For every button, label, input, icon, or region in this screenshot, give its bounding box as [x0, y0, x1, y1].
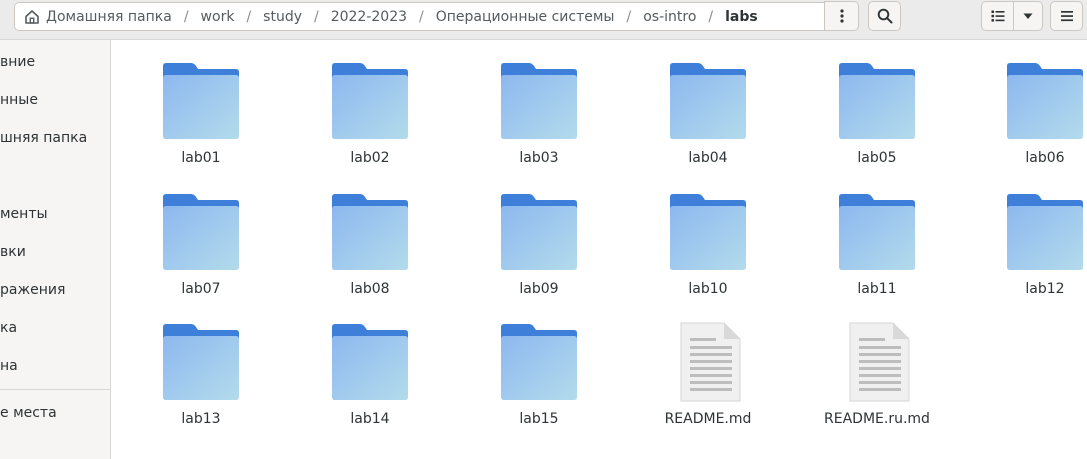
folder-icon: [501, 324, 577, 400]
sidebar-item-documents[interactable]: менты: [0, 196, 110, 232]
folder-item[interactable]: lab08: [300, 171, 440, 297]
text-file-icon: [680, 322, 741, 402]
folder-menu-button[interactable]: [824, 1, 859, 31]
chevron-down-icon: [1023, 13, 1033, 19]
breadcrumb-separator: /: [419, 8, 424, 25]
text-file-icon: [849, 322, 910, 402]
item-label: lab02: [350, 150, 390, 166]
folder-icon: [670, 63, 746, 139]
item-label: lab01: [181, 150, 221, 166]
file-grid: lab01 lab02 lab03 lab04 lab05 lab06 lab07 lab08…: [111, 40, 1087, 459]
folder-icon: [332, 324, 408, 400]
sidebar-item-recent[interactable]: вние: [0, 44, 110, 80]
sidebar-item-downloads[interactable]: вки: [0, 234, 110, 270]
vertical-dots-icon: [839, 9, 844, 23]
folder-icon: [1007, 63, 1083, 139]
breadcrumb-separator: /: [313, 8, 319, 25]
sidebar-item-other-locations[interactable]: е места: [0, 395, 110, 431]
item-label: lab12: [1025, 281, 1065, 297]
item-label: lab08: [350, 281, 390, 297]
folder-item[interactable]: lab12: [975, 171, 1087, 297]
folder-icon: [332, 63, 408, 139]
item-label: lab06: [1025, 150, 1065, 166]
file-item[interactable]: README.ru.md: [807, 301, 947, 427]
folder-icon: [501, 194, 577, 270]
breadcrumb-year[interactable]: 2022-2023: [331, 9, 407, 25]
folder-item[interactable]: lab13: [131, 301, 271, 427]
folder-item[interactable]: lab11: [807, 171, 947, 297]
folder-item[interactable]: lab10: [638, 171, 778, 297]
breadcrumb-separator: /: [246, 8, 252, 25]
folder-item[interactable]: lab06: [975, 40, 1087, 166]
item-label: lab11: [857, 281, 897, 297]
sidebar-item-music[interactable]: ка: [0, 310, 110, 346]
item-label: lab13: [181, 411, 221, 427]
file-item[interactable]: README.md: [638, 301, 778, 427]
item-label: README.ru.md: [824, 411, 930, 427]
breadcrumb-os-intro[interactable]: os-intro: [643, 9, 696, 25]
item-label: lab15: [519, 411, 559, 427]
main-menu-button[interactable]: [1050, 1, 1083, 31]
folder-icon: [332, 194, 408, 270]
folder-item[interactable]: lab04: [638, 40, 778, 166]
sidebar-item-pictures[interactable]: ражения: [0, 272, 110, 308]
folder-item[interactable]: lab02: [300, 40, 440, 166]
folder-icon: [670, 194, 746, 270]
folder-item[interactable]: lab07: [131, 171, 271, 297]
sidebar-item-desktop[interactable]: [0, 158, 110, 194]
folder-icon: [839, 63, 915, 139]
sidebar-item-home[interactable]: шняя папка: [0, 120, 110, 156]
item-label: lab14: [350, 411, 390, 427]
folder-icon: [1007, 194, 1083, 270]
path-bar: Домашняя папка / work / study / 2022-202…: [14, 2, 824, 31]
breadcrumb-work[interactable]: work: [201, 9, 235, 25]
folder-item[interactable]: lab15: [469, 301, 609, 427]
home-icon: [25, 9, 39, 24]
item-label: lab07: [181, 281, 221, 297]
item-label: lab05: [857, 150, 897, 166]
breadcrumb-separator: /: [626, 8, 632, 25]
folder-icon: [163, 194, 239, 270]
sidebar-item-starred[interactable]: нные: [0, 82, 110, 118]
view-options-dropdown[interactable]: [1013, 1, 1043, 31]
breadcrumb-separator: /: [183, 8, 189, 25]
sidebar-divider: [0, 389, 110, 390]
sidebar-item-trash[interactable]: на: [0, 348, 110, 384]
folder-icon: [501, 63, 577, 139]
item-label: lab04: [688, 150, 728, 166]
folder-icon: [163, 324, 239, 400]
breadcrumb-os[interactable]: Операционные системы: [436, 9, 615, 25]
item-label: lab09: [519, 281, 559, 297]
item-label: lab03: [519, 150, 559, 166]
search-button[interactable]: [868, 1, 901, 31]
breadcrumb-separator: /: [708, 8, 714, 25]
search-icon: [877, 8, 892, 24]
folder-item[interactable]: lab05: [807, 40, 947, 166]
header-bar: Домашняя папка / work / study / 2022-202…: [0, 0, 1087, 40]
sidebar: вние нные шняя папка менты вки ражения к…: [0, 40, 111, 459]
folder-item[interactable]: lab14: [300, 301, 440, 427]
view-mode-button[interactable]: [981, 1, 1014, 31]
folder-item[interactable]: lab09: [469, 171, 609, 297]
item-label: README.md: [664, 411, 752, 427]
folder-icon: [163, 63, 239, 139]
breadcrumb-current[interactable]: labs: [725, 9, 758, 25]
item-label: lab10: [688, 281, 728, 297]
folder-item[interactable]: lab01: [131, 40, 271, 166]
folder-icon: [839, 194, 915, 270]
breadcrumb-home[interactable]: Домашняя папка: [24, 9, 172, 25]
breadcrumb-study[interactable]: study: [263, 9, 302, 25]
hamburger-menu-icon: [1060, 11, 1073, 22]
folder-item[interactable]: lab03: [469, 40, 609, 166]
list-view-icon: [991, 10, 1004, 22]
breadcrumb-home-label: Домашняя папка: [46, 8, 172, 25]
